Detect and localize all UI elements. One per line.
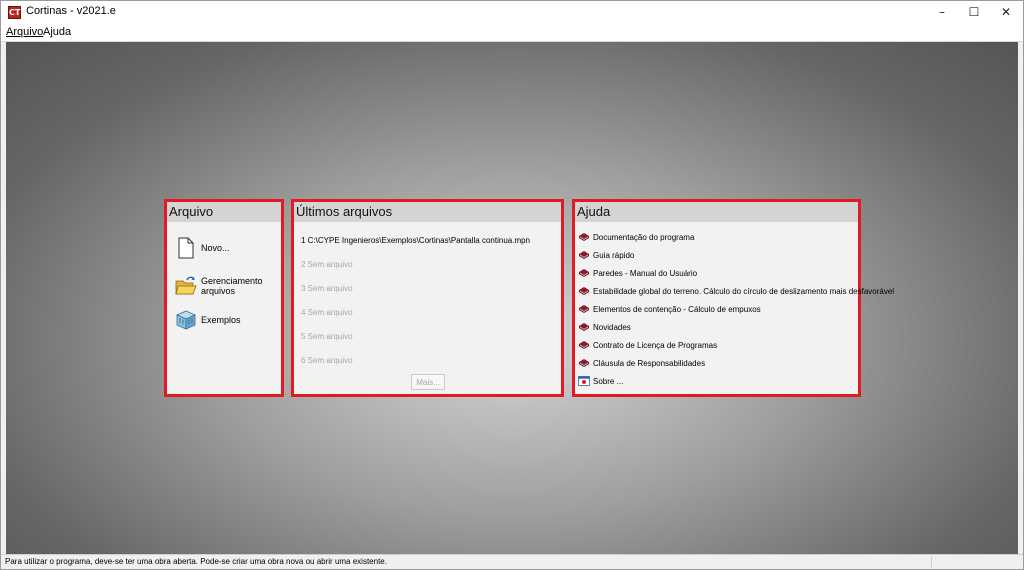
recent-file-3: 3 Sem arquivo (301, 284, 353, 293)
examples-label: Exemplos (201, 315, 241, 325)
book-icon (579, 359, 589, 367)
close-button[interactable]: ✕ (989, 1, 1023, 23)
help-item-label: Paredes - Manual do Usuário (593, 268, 698, 278)
help-item-label: Elementos de contenção - Cálculo de empu… (593, 304, 761, 314)
workspace: Arquivo Novo... Gerenciamento arquivos E… (6, 42, 1018, 554)
recent-file-5: 5 Sem arquivo (301, 332, 353, 341)
file-manager-action[interactable]: Gerenciamento arquivos (175, 274, 281, 298)
app-window: CT Cortinas - v2021.e – ☐ ✕ Arquivo Ajud… (0, 0, 1024, 570)
new-document-icon (175, 236, 197, 260)
book-icon (579, 287, 589, 295)
recent-file-6: 6 Sem arquivo (301, 356, 353, 365)
help-item-label: Contrato de Licença de Programas (593, 340, 718, 350)
menu-bar: Arquivo Ajuda (1, 23, 1023, 42)
status-text: Para utilizar o programa, deve-se ter um… (5, 557, 387, 566)
menu-arquivo[interactable]: Arquivo (6, 26, 43, 38)
help-item-label: Sobre ... (593, 376, 624, 386)
menu-arquivo-label: Arquivo (6, 26, 44, 38)
help-item-quick-guide[interactable]: Guia rápido (578, 250, 634, 260)
book-icon (579, 233, 589, 241)
menu-ajuda[interactable]: Ajuda (43, 26, 71, 38)
new-file-action[interactable]: Novo... (175, 236, 230, 260)
help-item-global-stability[interactable]: Estabilidade global do terreno. Cálculo … (578, 286, 894, 296)
recent-file-1[interactable]: 1 C:\CYPE Ingenieros\Exemplos\Cortinas\P… (301, 236, 530, 245)
help-item-news[interactable]: Novidades (578, 322, 631, 332)
status-bar: Para utilizar o programa, deve-se ter um… (1, 554, 1023, 569)
minimize-button[interactable]: – (925, 1, 959, 23)
help-item-retaining-elements[interactable]: Elementos de contenção - Cálculo de empu… (578, 304, 761, 314)
maximize-button[interactable]: ☐ (957, 1, 991, 23)
help-item-label: Novidades (593, 322, 631, 332)
help-item-label: Cláusula de Responsabilidades (593, 358, 706, 368)
book-icon (579, 305, 589, 313)
help-item-label: Guia rápido (593, 250, 635, 260)
more-files-button[interactable]: Mais... (411, 374, 445, 390)
title-bar: CT Cortinas - v2021.e – ☐ ✕ (1, 1, 1023, 23)
arquivo-panel-title: Arquivo (167, 202, 281, 222)
arquivo-panel: Arquivo Novo... Gerenciamento arquivos E… (164, 199, 284, 397)
book-icon (579, 251, 589, 259)
file-manager-label: Gerenciamento arquivos (201, 276, 263, 296)
recent-files-panel: Últimos arquivos 1 C:\CYPE Ingenieros\Ex… (291, 199, 564, 397)
examples-box-icon (175, 308, 197, 332)
status-pane (931, 556, 1018, 568)
help-panel-title: Ajuda (575, 202, 858, 222)
recent-file-2: 2 Sem arquivo (301, 260, 353, 269)
app-icon: CT (8, 6, 21, 19)
open-folder-icon (175, 274, 197, 298)
about-window-icon (578, 376, 590, 386)
help-item-about[interactable]: Sobre ... (578, 376, 623, 386)
window-title: Cortinas - v2021.e (26, 5, 116, 17)
recent-file-4: 4 Sem arquivo (301, 308, 353, 317)
book-icon (579, 341, 589, 349)
help-item-liability[interactable]: Cláusula de Responsabilidades (578, 358, 705, 368)
new-file-label: Novo... (201, 243, 230, 253)
book-icon (579, 269, 589, 277)
help-item-label: Documentação do programa (593, 232, 695, 242)
help-item-label: Estabilidade global do terreno. Cálculo … (593, 286, 895, 296)
recent-files-panel-title: Últimos arquivos (294, 202, 561, 222)
help-item-walls-manual[interactable]: Paredes - Manual do Usuário (578, 268, 697, 278)
help-item-documentation[interactable]: Documentação do programa (578, 232, 694, 242)
help-item-license[interactable]: Contrato de Licença de Programas (578, 340, 717, 350)
help-panel: Ajuda Documentação do programa Guia rápi… (572, 199, 894, 397)
menu-ajuda-label: Ajuda (43, 26, 72, 38)
examples-action[interactable]: Exemplos (175, 308, 241, 332)
book-icon (579, 323, 589, 331)
